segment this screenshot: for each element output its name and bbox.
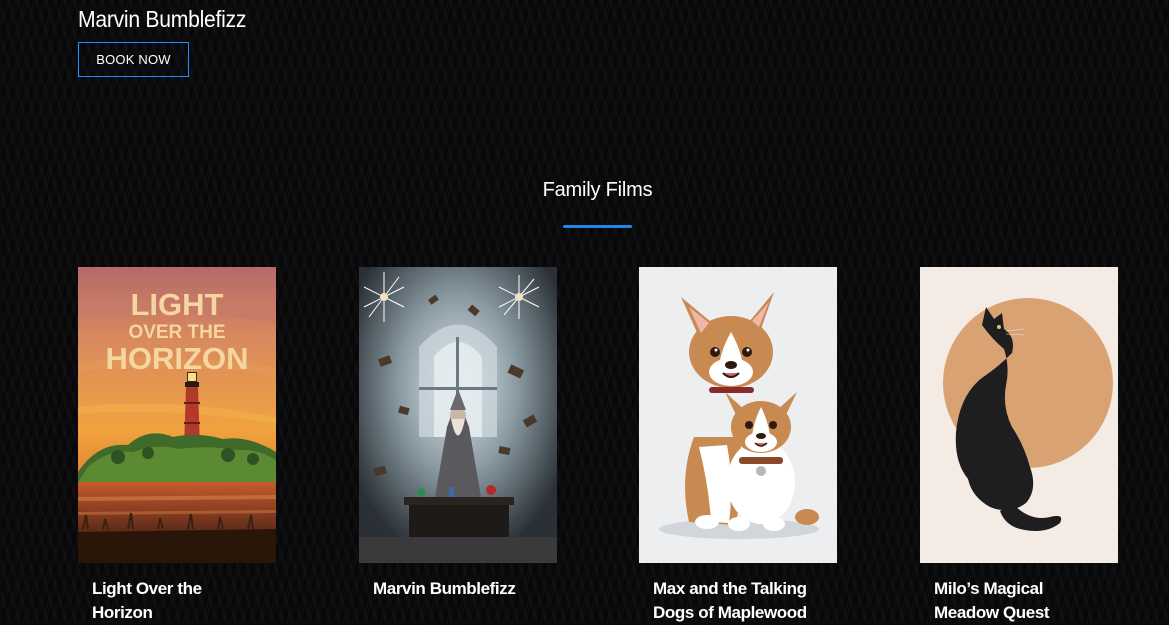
film-title[interactable]: Marvin Bumblefizz: [359, 563, 543, 601]
dogs-poster-image[interactable]: [639, 267, 837, 563]
page: Marvin Bumblefizz BOOK NOW Family Films: [0, 0, 1169, 625]
film-card-milos-magical-meadow-quest[interactable]: Milo’s Magical Meadow Quest: [920, 267, 1118, 625]
lighthouse-poster-image[interactable]: LIGHT OVER THE HORIZON: [78, 267, 276, 563]
section-title-underline: [563, 225, 632, 228]
poster-text-line2: OVER THE: [128, 322, 225, 343]
wizard-poster-image[interactable]: [359, 267, 557, 563]
film-title[interactable]: Milo’s Magical Meadow Quest: [920, 563, 1104, 625]
film-card-marvin-bumblefizz[interactable]: Marvin Bumblefizz: [359, 267, 557, 601]
poster-text-line1: LIGHT: [131, 287, 224, 322]
cat-poster-image[interactable]: [920, 267, 1118, 563]
film-title[interactable]: Light Over the Horizon: [78, 563, 262, 625]
poster-text-line3: HORIZON: [106, 341, 249, 376]
section-title: Family Films: [542, 179, 653, 201]
film-card-light-over-the-horizon[interactable]: LIGHT OVER THE HORIZON Light Over the Ho…: [78, 267, 276, 625]
film-card-max-and-the-talking-dogs[interactable]: Max and the Talking Dogs of Maplewood: [639, 267, 837, 625]
hero-title: Marvin Bumblefizz: [78, 6, 247, 32]
film-title[interactable]: Max and the Talking Dogs of Maplewood: [639, 563, 823, 625]
book-now-button[interactable]: BOOK NOW: [78, 42, 189, 77]
